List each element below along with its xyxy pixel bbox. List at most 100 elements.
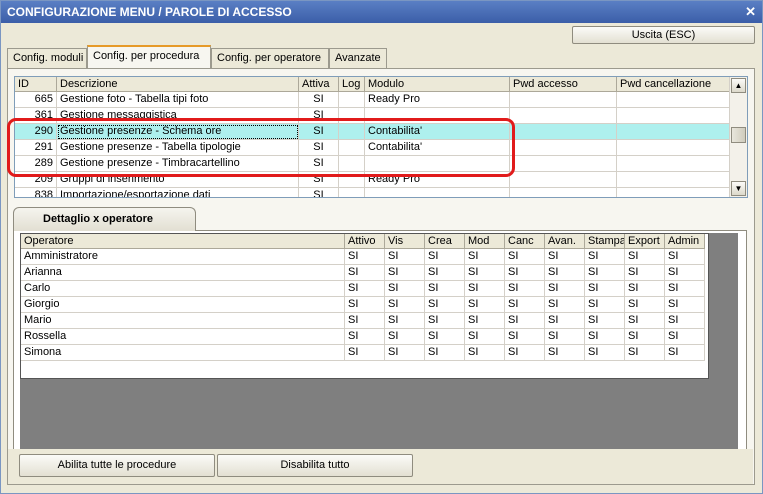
table-cell[interactable] [617,188,732,197]
table-cell[interactable]: SI [385,265,425,281]
table-cell[interactable]: SI [585,281,625,297]
table-cell[interactable]: SI [545,329,585,345]
table-cell[interactable]: SI [625,313,665,329]
table-cell[interactable]: Amministratore [21,249,345,265]
procedures-scrollbar[interactable]: ▲ ▼ [729,77,747,197]
table-cell[interactable]: SI [665,281,705,297]
tab-config-per-procedura[interactable]: Config. per procedura [87,45,211,68]
table-cell[interactable] [510,124,617,140]
table-cell[interactable]: SI [345,249,385,265]
table-cell[interactable]: SI [465,297,505,313]
table-cell[interactable]: SI [545,297,585,313]
tab-dettaglio-operatore[interactable]: Dettaglio x operatore [13,207,196,231]
table-cell[interactable] [617,172,732,188]
table-cell[interactable]: Mario [21,313,345,329]
table-cell[interactable]: SI [299,188,339,197]
column-header[interactable]: Crea [425,234,465,249]
table-cell[interactable]: SI [465,345,505,361]
table-cell[interactable]: SI [505,329,545,345]
table-cell[interactable]: SI [505,281,545,297]
column-header[interactable]: Modulo [365,77,510,92]
table-cell[interactable]: SI [385,313,425,329]
table-cell[interactable] [339,188,365,197]
table-cell[interactable] [510,108,617,124]
table-cell[interactable]: SI [545,265,585,281]
table-cell[interactable]: SI [425,281,465,297]
table-cell[interactable]: SI [625,297,665,313]
table-cell[interactable]: SI [345,281,385,297]
operators-grid[interactable]: Operatore Attivo Vis Crea Mod Canc Avan. Stampa… [20,233,709,379]
column-header[interactable]: Descrizione [57,77,299,92]
table-cell[interactable]: Ready Pro [365,92,510,108]
table-cell[interactable] [617,124,732,140]
table-cell[interactable]: SI [425,265,465,281]
column-header[interactable]: Export [625,234,665,249]
table-cell[interactable]: SI [625,329,665,345]
table-cell[interactable]: SI [385,249,425,265]
table-cell[interactable]: SI [505,313,545,329]
table-cell[interactable]: Giorgio [21,297,345,313]
column-header[interactable]: Vis [385,234,425,249]
tab-config-moduli[interactable]: Config. moduli [7,48,87,68]
table-cell[interactable]: Importazione/esportazione dati [57,188,299,197]
table-cell[interactable]: SI [505,265,545,281]
table-cell[interactable] [510,140,617,156]
table-cell[interactable]: SI [299,92,339,108]
table-cell[interactable]: SI [345,297,385,313]
column-header[interactable]: Pwd accesso [510,77,617,92]
table-cell[interactable]: SI [585,313,625,329]
table-cell[interactable]: Gestione foto - Tabella tipi foto [57,92,299,108]
table-cell[interactable] [339,92,365,108]
table-cell[interactable]: Rossella [21,329,345,345]
column-header[interactable]: Mod [465,234,505,249]
table-cell[interactable]: SI [425,249,465,265]
table-cell[interactable] [510,156,617,172]
table-cell[interactable]: SI [665,265,705,281]
table-cell[interactable]: SI [625,281,665,297]
close-icon[interactable]: ✕ [745,4,756,20]
table-cell[interactable]: SI [345,329,385,345]
column-header[interactable]: Log [339,77,365,92]
table-cell[interactable] [510,172,617,188]
scroll-thumb[interactable] [731,127,746,143]
table-cell[interactable]: Carlo [21,281,345,297]
table-cell[interactable] [510,188,617,197]
table-cell[interactable]: SI [505,249,545,265]
table-cell[interactable]: SI [545,281,585,297]
table-cell[interactable] [510,92,617,108]
tab-avanzate[interactable]: Avanzate [329,48,387,68]
table-cell[interactable] [617,108,732,124]
table-cell[interactable] [617,140,732,156]
table-cell[interactable]: SI [625,345,665,361]
scroll-up-icon[interactable]: ▲ [731,78,746,93]
table-cell[interactable]: SI [585,249,625,265]
table-cell[interactable]: SI [545,345,585,361]
table-cell[interactable]: SI [345,313,385,329]
table-cell[interactable]: SI [665,329,705,345]
table-cell[interactable]: SI [505,297,545,313]
table-cell[interactable]: SI [425,345,465,361]
column-header[interactable]: Stampa [585,234,625,249]
table-cell[interactable]: 665 [15,92,57,108]
table-cell[interactable]: SI [585,265,625,281]
table-cell[interactable]: SI [545,313,585,329]
column-header[interactable]: Attivo [345,234,385,249]
table-cell[interactable]: SI [625,249,665,265]
table-cell[interactable]: SI [385,297,425,313]
column-header[interactable]: Canc [505,234,545,249]
table-cell[interactable] [617,92,732,108]
table-cell[interactable]: SI [665,249,705,265]
table-cell[interactable]: SI [665,345,705,361]
table-cell[interactable]: SI [425,329,465,345]
table-cell[interactable]: SI [465,265,505,281]
table-cell[interactable]: SI [585,329,625,345]
table-cell[interactable]: SI [625,265,665,281]
table-cell[interactable]: SI [585,297,625,313]
tab-config-per-operatore[interactable]: Config. per operatore [211,48,329,68]
scroll-down-icon[interactable]: ▼ [731,181,746,196]
column-header[interactable]: ID [15,77,57,92]
table-cell[interactable]: SI [425,313,465,329]
table-cell[interactable]: SI [425,297,465,313]
table-cell[interactable] [617,156,732,172]
table-cell[interactable]: SI [665,313,705,329]
